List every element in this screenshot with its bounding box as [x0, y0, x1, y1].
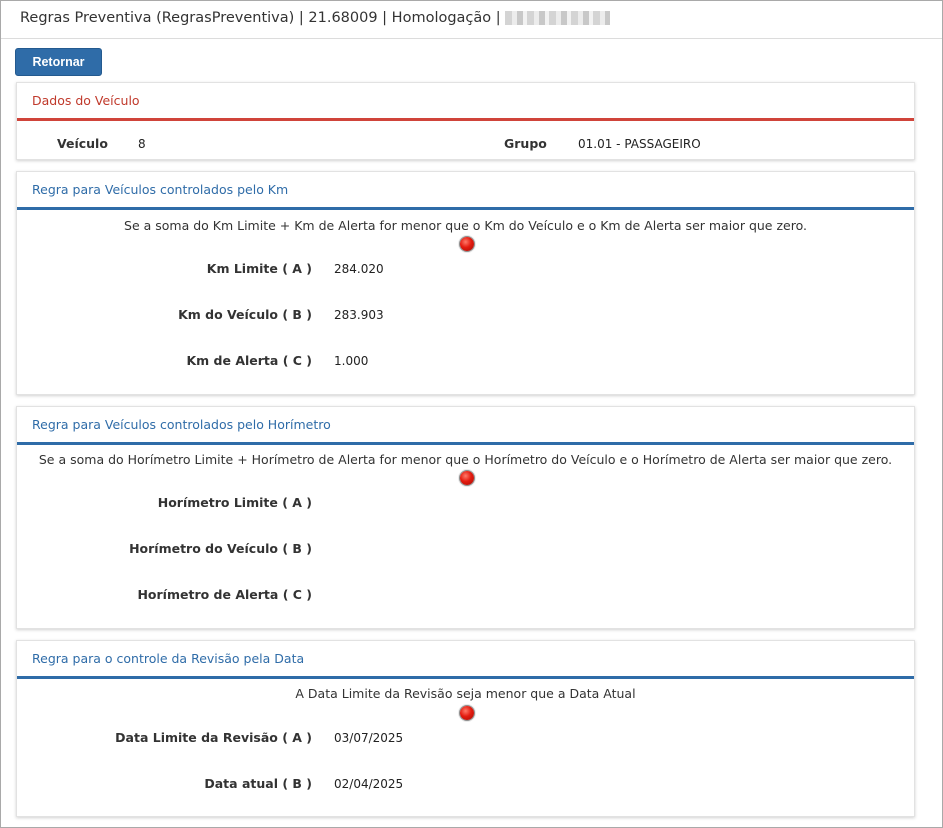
km-rule-panel: Regra para Veículos controlados pelo Km … — [16, 171, 915, 395]
km-vehicle-label: Km do Veículo ( B ) — [178, 307, 312, 322]
km-limit-value: 284.020 — [334, 262, 384, 276]
date-status-indicator-icon — [460, 706, 474, 720]
vehicle-data-panel: Dados do Veículo Veículo 8 Grupo 01.01 -… — [16, 82, 915, 160]
date-rule-panel: Regra para o controle da Revisão pela Da… — [16, 640, 915, 817]
vehicle-value: 8 — [138, 137, 146, 151]
redacted-user-info — [504, 11, 610, 25]
vehicle-label: Veículo — [57, 136, 108, 151]
app-window: Regras Preventiva (RegrasPreventiva) | 2… — [0, 0, 943, 828]
group-label: Grupo — [504, 136, 547, 151]
km-status-indicator-icon — [460, 237, 474, 251]
return-button[interactable]: Retornar — [15, 48, 102, 76]
hour-alert-label: Horímetro de Alerta ( C ) — [137, 587, 312, 602]
hour-rule-description: Se a soma do Horímetro Limite + Horímetr… — [38, 452, 893, 467]
km-panel-header: Regra para Veículos controlados pelo Km — [17, 172, 914, 210]
current-date-label: Data atual ( B ) — [204, 776, 312, 791]
hour-panel-header: Regra para Veículos controlados pelo Hor… — [17, 407, 914, 445]
title-bar: Regras Preventiva (RegrasPreventiva) | 2… — [1, 1, 942, 39]
date-panel-title: Regra para o controle da Revisão pela Da… — [32, 651, 305, 666]
hour-vehicle-label: Horímetro do Veículo ( B ) — [129, 541, 312, 556]
current-date-value: 02/04/2025 — [334, 777, 404, 791]
date-limit-label: Data Limite da Revisão ( A ) — [115, 730, 312, 745]
hour-status-indicator-icon — [460, 471, 474, 485]
km-vehicle-value: 283.903 — [334, 308, 384, 322]
page-title: Regras Preventiva (RegrasPreventiva) | 2… — [20, 10, 610, 26]
km-rule-description: Se a soma do Km Limite + Km de Alerta fo… — [124, 218, 807, 233]
vehicle-panel-title: Dados do Veículo — [32, 93, 140, 108]
vehicle-panel-header: Dados do Veículo — [17, 83, 914, 121]
date-limit-value: 03/07/2025 — [334, 731, 404, 745]
date-rule-description: A Data Limite da Revisão seja menor que … — [295, 686, 636, 701]
hour-limit-label: Horímetro Limite ( A ) — [157, 495, 312, 510]
km-limit-label: Km Limite ( A ) — [206, 261, 312, 276]
km-panel-title: Regra para Veículos controlados pelo Km — [32, 182, 289, 197]
group-value: 01.01 - PASSAGEIRO — [578, 137, 701, 151]
hour-panel-title: Regra para Veículos controlados pelo Hor… — [32, 417, 331, 432]
date-panel-header: Regra para o controle da Revisão pela Da… — [17, 641, 914, 679]
hour-meter-rule-panel: Regra para Veículos controlados pelo Hor… — [16, 406, 915, 629]
km-alert-label: Km de Alerta ( C ) — [186, 353, 312, 368]
km-alert-value: 1.000 — [334, 354, 369, 368]
